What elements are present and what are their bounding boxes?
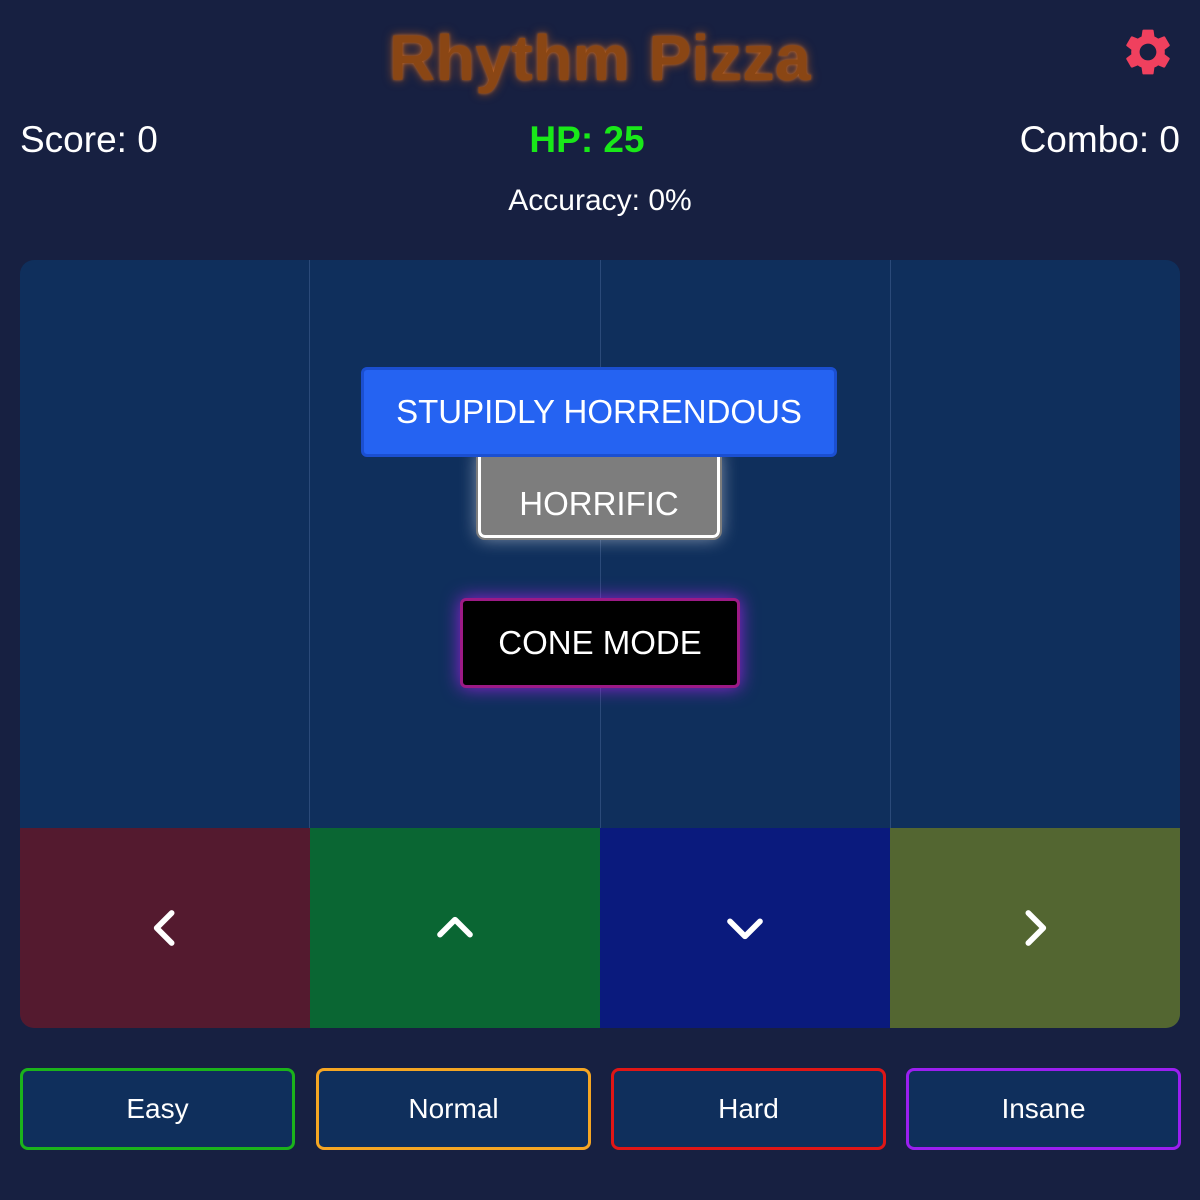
pad-up[interactable] — [310, 828, 600, 1028]
game-title: Rhythm Pizza — [388, 22, 812, 94]
pad-right[interactable] — [890, 828, 1180, 1028]
stats-bar: Score: 0 HP: 25 Combo: 0 — [20, 112, 1180, 168]
judgement-label-under-text: HORRIFIC — [519, 485, 679, 522]
chevron-right-icon — [1025, 910, 1047, 946]
difficulty-insane-button[interactable]: Insane — [906, 1068, 1181, 1150]
lane-divider — [309, 260, 310, 828]
hp-display: HP: 25 — [529, 119, 645, 160]
judgement-label-under: HORRIFIC — [476, 448, 722, 540]
difficulty-easy-button[interactable]: Easy — [20, 1068, 295, 1150]
mode-badge: CONE MODE — [460, 598, 740, 688]
game-board: STUPIDLY HORRENDOUS HORRIFIC CONE MODE — [20, 260, 1180, 1028]
chevron-up-icon — [437, 916, 473, 938]
game-screen: Rhythm Pizza Score: 0 HP: 25 Combo: 0 Ac… — [0, 0, 1200, 1200]
hp-display-row: HP: 25 — [20, 112, 1180, 168]
arrow-pads — [20, 828, 1180, 1028]
difficulty-normal-button[interactable]: Normal — [316, 1068, 591, 1150]
chevron-down-icon — [727, 918, 763, 940]
pad-left[interactable] — [20, 828, 310, 1028]
chevron-left-icon — [153, 910, 175, 946]
gear-icon-graphic — [1126, 29, 1170, 75]
judgement-label-top: STUPIDLY HORRENDOUS — [361, 367, 837, 457]
accuracy-display: Accuracy: 0% — [508, 184, 692, 217]
pad-down[interactable] — [600, 828, 890, 1028]
combo-display: Combo: 0 — [1019, 119, 1180, 160]
gear-icon[interactable] — [1120, 24, 1176, 80]
lane-divider — [600, 260, 601, 828]
difficulty-hard-button[interactable]: Hard — [611, 1068, 886, 1150]
lane-divider — [890, 260, 891, 828]
